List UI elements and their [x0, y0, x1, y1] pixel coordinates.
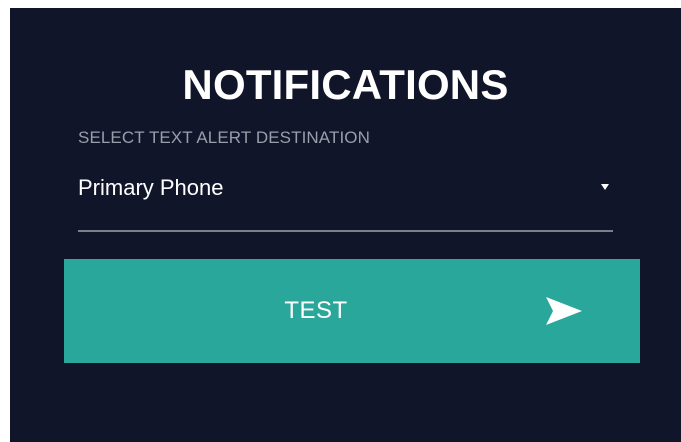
- destination-select-value: Primary Phone: [78, 175, 224, 200]
- page-title: NOTIFICATIONS: [182, 61, 509, 108]
- chevron-down-icon: [601, 184, 609, 190]
- destination-label: SELECT TEXT ALERT DESTINATION: [78, 128, 370, 147]
- send-icon: [546, 297, 582, 325]
- test-button-label: TEST: [284, 297, 348, 324]
- notifications-panel: NOTIFICATIONS SELECT TEXT ALERT DESTINAT…: [10, 8, 681, 442]
- destination-select[interactable]: Primary Phone: [78, 168, 613, 232]
- test-button[interactable]: TEST: [64, 259, 640, 363]
